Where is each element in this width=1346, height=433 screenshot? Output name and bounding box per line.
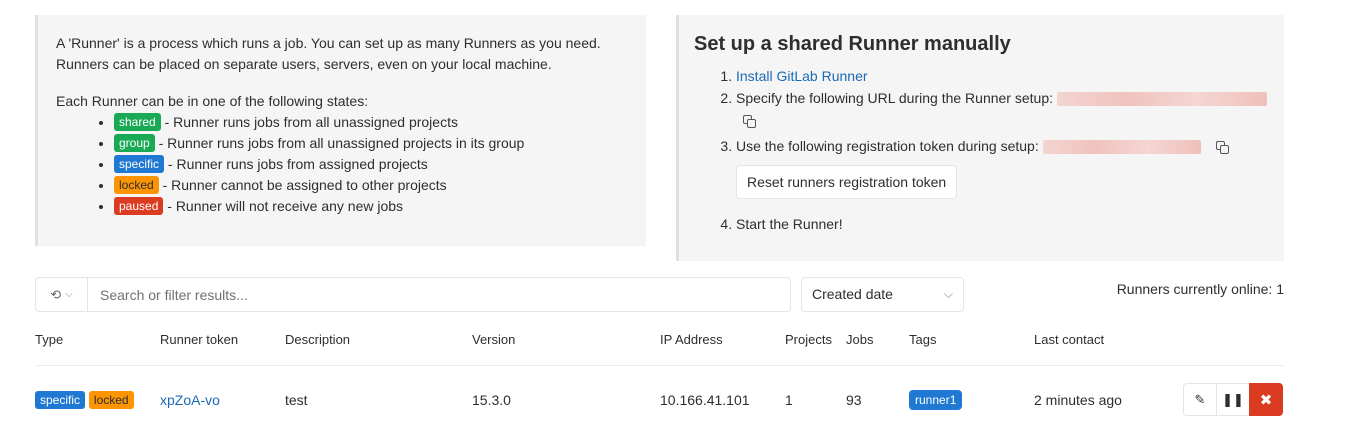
- runner-projects: 1: [785, 392, 793, 408]
- table-divider: [35, 365, 1284, 366]
- runner-tags: runner1: [909, 390, 963, 410]
- step-url: Specify the following URL during the Run…: [736, 88, 1269, 130]
- setup-runner-panel: Set up a shared Runner manually Install …: [676, 15, 1284, 261]
- badge-specific: specific: [114, 155, 165, 173]
- pencil-icon: ✎: [1194, 391, 1206, 407]
- state-desc: - Runner runs jobs from assigned project…: [167, 156, 428, 172]
- search-input[interactable]: [88, 278, 790, 311]
- step-start-text: Start the Runner!: [736, 216, 843, 232]
- header-type: Type: [35, 332, 64, 347]
- badge-locked: locked: [114, 176, 159, 194]
- badge-paused: paused: [114, 197, 164, 215]
- header-last-contact: Last contact: [1034, 332, 1105, 347]
- sort-dropdown[interactable]: Created date ⌵: [801, 277, 964, 312]
- edit-button[interactable]: ✎: [1183, 383, 1217, 416]
- chevron-down-icon: ⌵: [943, 287, 953, 301]
- close-icon: ✖: [1259, 391, 1273, 409]
- redacted-url: [1056, 92, 1267, 107]
- step-start: Start the Runner!: [736, 214, 1269, 235]
- header-tags: Tags: [909, 332, 937, 347]
- header-token: Runner token: [160, 332, 239, 347]
- header-jobs: Jobs: [846, 332, 874, 347]
- copy-icon[interactable]: [742, 114, 756, 129]
- runner-version: 15.3.0: [472, 392, 511, 408]
- states-title: Each Runner can be in one of the followi…: [56, 93, 369, 109]
- history-icon: ⟲: [50, 286, 62, 302]
- state-desc: - Runner will not receive any new jobs: [167, 198, 404, 214]
- pause-button[interactable]: ❚❚: [1216, 383, 1250, 416]
- install-runner-link[interactable]: Install GitLab Runner: [736, 68, 868, 84]
- badge-locked: locked: [88, 391, 134, 409]
- runner-actions: ✎ ❚❚ ✖: [1183, 383, 1283, 416]
- header-projects: Projects: [785, 332, 832, 347]
- runner-last-contact: 2 minutes ago: [1034, 392, 1122, 408]
- tag-badge[interactable]: runner1: [909, 390, 963, 410]
- runner-token-link[interactable]: xpZoA-vo: [160, 391, 220, 409]
- setup-title: Set up a shared Runner manually: [694, 33, 1011, 55]
- redacted-token: [1042, 140, 1201, 155]
- state-item-specific: specific - Runner runs jobs from assigne…: [114, 154, 628, 175]
- copy-icon[interactable]: [1215, 140, 1229, 155]
- pause-icon: ❚❚: [1222, 391, 1244, 407]
- state-desc: - Runner cannot be assigned to other pro…: [162, 177, 447, 193]
- table-row-type: specific locked: [35, 391, 134, 409]
- badge-shared: shared: [114, 113, 161, 131]
- step-install: Install GitLab Runner: [736, 66, 1269, 87]
- reset-token-button[interactable]: Reset runners registration token: [736, 165, 958, 199]
- runner-description: test: [285, 392, 308, 408]
- runner-jobs: 93: [846, 392, 862, 408]
- step-token-text: Use the following registration token dur…: [736, 138, 1039, 154]
- state-item-paused: paused - Runner will not receive any new…: [114, 196, 628, 217]
- header-version: Version: [472, 332, 516, 347]
- badge-specific: specific: [35, 391, 86, 409]
- setup-steps: Install GitLab Runner Specify the follow…: [694, 66, 1269, 235]
- step-token: Use the following registration token dur…: [736, 136, 1269, 213]
- header-ip: IP Address: [660, 332, 723, 347]
- intro-text-2: Runners can be placed on separate users,…: [56, 56, 552, 72]
- state-desc: - Runner runs jobs from all unassigned p…: [158, 135, 525, 151]
- state-item-group: group - Runner runs jobs from all unassi…: [114, 133, 628, 154]
- history-dropdown[interactable]: ⟲ ⌵: [36, 278, 88, 311]
- step-url-text: Specify the following URL during the Run…: [736, 90, 1053, 106]
- runner-info-panel: A 'Runner' is a process which runs a job…: [35, 15, 646, 246]
- state-item-shared: shared - Runner runs jobs from all unass…: [114, 112, 628, 133]
- states-list: shared - Runner runs jobs from all unass…: [56, 112, 628, 217]
- runners-online-count: Runners currently online: 1: [1116, 281, 1284, 297]
- intro-text-1: A 'Runner' is a process which runs a job…: [56, 35, 601, 51]
- runner-ip: 10.166.41.101: [660, 392, 750, 408]
- state-item-locked: locked - Runner cannot be assigned to ot…: [114, 175, 628, 196]
- state-desc: - Runner runs jobs from all unassigned p…: [164, 114, 458, 130]
- filter-bar: ⟲ ⌵: [35, 277, 791, 312]
- chevron-down-icon: ⌵: [65, 289, 73, 300]
- header-description: Description: [285, 332, 351, 347]
- remove-button[interactable]: ✖: [1249, 383, 1283, 416]
- sort-label: Created date: [812, 286, 893, 302]
- badge-group: group: [114, 134, 155, 152]
